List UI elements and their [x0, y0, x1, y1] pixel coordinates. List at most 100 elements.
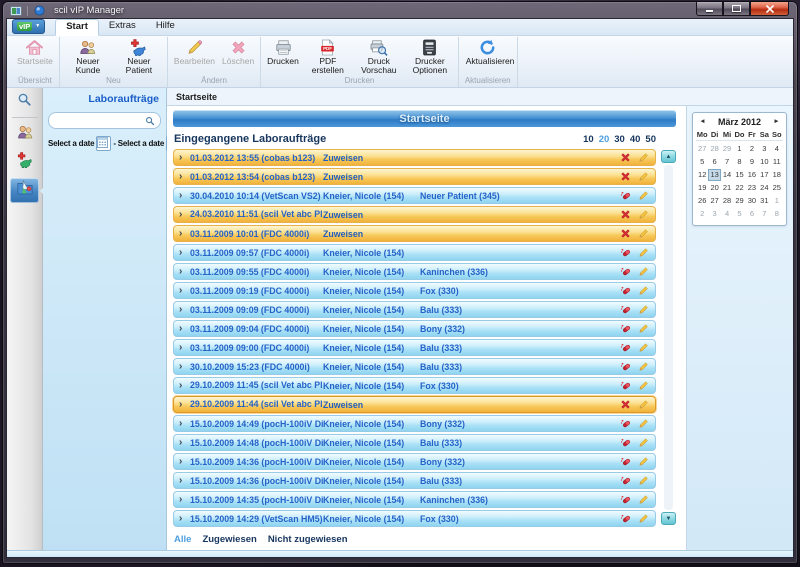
quick-access-button[interactable] — [33, 5, 45, 17]
page-size-30[interactable]: 30 — [614, 134, 625, 145]
calendar-day[interactable]: 9 — [746, 156, 758, 168]
calendar-day[interactable]: 30 — [746, 195, 758, 207]
page-size-50[interactable]: 50 — [645, 134, 656, 145]
expand-chevron-icon[interactable]: › — [179, 343, 190, 353]
calendar-day[interactable]: 6 — [708, 156, 720, 168]
tab-hilfe[interactable]: Hilfe — [146, 19, 185, 35]
expand-chevron-icon[interactable]: › — [179, 229, 190, 239]
expand-chevron-icon[interactable]: › — [179, 457, 190, 467]
table-row[interactable]: ›30.04.2010 10:14 (VetScan VS2)Kneier, N… — [173, 187, 656, 204]
delete-x-icon[interactable] — [620, 152, 631, 163]
druck-vorschau-button[interactable]: Druck Vorschau — [355, 37, 403, 75]
edit-pencil-icon[interactable] — [638, 152, 649, 163]
calendar-day[interactable]: 26 — [696, 195, 708, 207]
tab-start[interactable]: Start — [55, 19, 99, 36]
edit-pencil-icon[interactable] — [638, 437, 649, 448]
neuer-patient-button[interactable]: Neuer Patient — [115, 37, 163, 75]
calendar-day[interactable]: 8 — [771, 208, 783, 220]
calendar-day[interactable]: 11 — [771, 156, 783, 168]
scroll-down-button[interactable]: ▼ — [661, 512, 676, 525]
scrollbar-track[interactable] — [664, 165, 673, 510]
search-input[interactable] — [54, 115, 145, 127]
expand-chevron-icon[interactable]: › — [179, 419, 190, 429]
table-row[interactable]: ›03.11.2009 09:19 (FDC 4000i)Kneier, Nic… — [173, 282, 656, 299]
calendar-day[interactable]: 29 — [733, 195, 745, 207]
calendar-day[interactable]: 16 — [746, 169, 758, 181]
calendar-day[interactable]: 1 — [733, 143, 745, 155]
calendar-day[interactable]: 1 — [771, 195, 783, 207]
expand-chevron-icon[interactable]: › — [179, 381, 190, 391]
edit-pencil-icon[interactable] — [638, 475, 649, 486]
table-row[interactable]: ›24.03.2010 11:51 (scil Vet abc Plus⁺)Zu… — [173, 206, 656, 223]
rocket-icon[interactable] — [620, 247, 631, 258]
expand-chevron-icon[interactable]: › — [179, 495, 190, 505]
table-row[interactable]: ›30.10.2009 15:23 (FDC 4000i)Kneier, Nic… — [173, 358, 656, 375]
calendar-day[interactable]: 13 — [708, 169, 720, 181]
delete-x-icon[interactable] — [620, 228, 631, 239]
date-from-calendar-icon[interactable] — [96, 136, 111, 151]
delete-x-icon[interactable] — [620, 171, 631, 182]
calendar-day[interactable]: 6 — [746, 208, 758, 220]
expand-chevron-icon[interactable]: › — [179, 476, 190, 486]
expand-chevron-icon[interactable]: › — [179, 305, 190, 315]
assign-link[interactable]: Zuweisen — [323, 153, 363, 163]
edit-pencil-icon[interactable] — [638, 285, 649, 296]
edit-pencil-icon[interactable] — [638, 399, 649, 410]
rocket-icon[interactable] — [620, 304, 631, 315]
calendar-day[interactable]: 28 — [708, 143, 720, 155]
edit-pencil-icon[interactable] — [638, 380, 649, 391]
calendar-day[interactable]: 18 — [771, 169, 783, 181]
table-row[interactable]: ›03.11.2009 10:01 (FDC 4000i)Zuweisen — [173, 225, 656, 242]
calendar-day[interactable]: 12 — [696, 169, 708, 181]
edit-pencil-icon[interactable] — [638, 190, 649, 201]
calendar-day[interactable]: 27 — [696, 143, 708, 155]
table-row[interactable]: ›15.10.2009 14:36 (pocH-100iV Diff)Kneie… — [173, 472, 656, 489]
edit-pencil-icon[interactable] — [638, 266, 649, 277]
calendar-day[interactable]: 8 — [733, 156, 745, 168]
assign-link[interactable]: Zuweisen — [323, 229, 363, 239]
calendar-day[interactable]: 17 — [758, 169, 770, 181]
rocket-icon[interactable] — [620, 437, 631, 448]
filter-zugewiesen[interactable]: Zugewiesen — [202, 534, 256, 545]
table-row[interactable]: ›01.03.2012 13:54 (cobas b123)Zuweisen — [173, 168, 656, 185]
close-button[interactable] — [750, 2, 789, 16]
edit-pencil-icon[interactable] — [638, 494, 649, 505]
assign-link[interactable]: Zuweisen — [323, 210, 363, 220]
page-size-20[interactable]: 20 — [599, 134, 610, 145]
edit-pencil-icon[interactable] — [638, 513, 649, 524]
table-row[interactable]: ›29.10.2009 11:44 (scil Vet abc Plus⁺)Zu… — [173, 396, 656, 413]
calendar-day[interactable]: 3 — [758, 143, 770, 155]
expand-chevron-icon[interactable]: › — [179, 324, 190, 334]
table-row[interactable]: ›03.11.2009 09:57 (FDC 4000i)Kneier, Nic… — [173, 244, 656, 261]
date-from-field[interactable]: Select a date — [48, 139, 94, 148]
sidebar-item-patients[interactable] — [10, 150, 39, 175]
calendar-day[interactable]: 28 — [721, 195, 733, 207]
calendar-day[interactable]: 3 — [708, 208, 720, 220]
rocket-icon[interactable] — [620, 456, 631, 467]
calendar-day[interactable]: 20 — [708, 182, 720, 194]
page-size-10[interactable]: 10 — [583, 134, 594, 145]
table-row[interactable]: ›15.10.2009 14:49 (pocH-100iV Diff)Kneie… — [173, 415, 656, 432]
calendar-day[interactable]: 14 — [721, 169, 733, 181]
expand-chevron-icon[interactable]: › — [179, 267, 190, 277]
calendar-day[interactable]: 15 — [733, 169, 745, 181]
scroll-up-button[interactable]: ▲ — [661, 150, 676, 163]
expand-chevron-icon[interactable]: › — [179, 286, 190, 296]
drucker-optionen-button[interactable]: Drucker Optionen — [406, 37, 454, 75]
calendar-day[interactable]: 5 — [696, 156, 708, 168]
expand-chevron-icon[interactable]: › — [179, 153, 190, 163]
calendar-day[interactable]: 7 — [721, 156, 733, 168]
calendar-prev-icon[interactable]: ◄ — [697, 117, 708, 127]
aktualisieren-button[interactable]: Aktualisieren — [464, 37, 512, 66]
calendar-day[interactable]: 22 — [733, 182, 745, 194]
rocket-icon[interactable] — [620, 513, 631, 524]
rocket-icon[interactable] — [620, 342, 631, 353]
date-to-field[interactable]: Select a date — [118, 139, 164, 148]
expand-chevron-icon[interactable]: › — [179, 400, 190, 410]
filter-nicht-zugewiesen[interactable]: Nicht zugewiesen — [268, 534, 348, 545]
table-row[interactable]: ›03.11.2009 09:04 (FDC 4000i)Kneier, Nic… — [173, 320, 656, 337]
rocket-icon[interactable] — [620, 380, 631, 391]
delete-x-icon[interactable] — [620, 399, 631, 410]
edit-pencil-icon[interactable] — [638, 342, 649, 353]
edit-pencil-icon[interactable] — [638, 209, 649, 220]
